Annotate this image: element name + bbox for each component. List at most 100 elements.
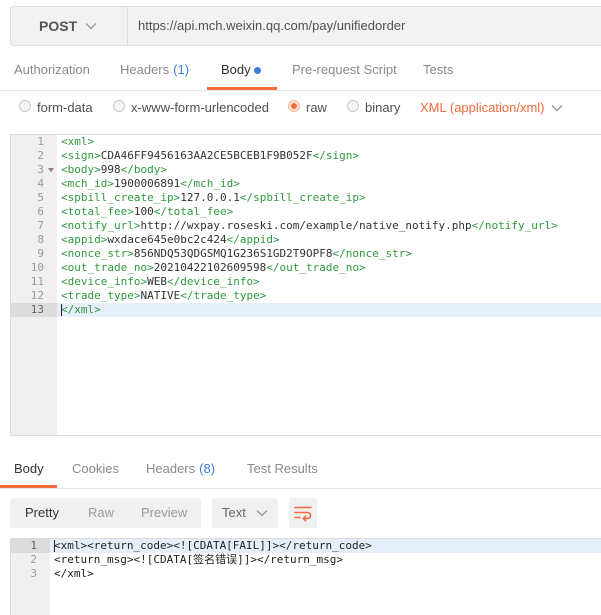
xml-value[interactable]: http://wxpay.roseski.com/example/native_… xyxy=(140,219,471,232)
xml-tag[interactable]: <nonce_str> xyxy=(61,247,134,260)
xml-tag[interactable]: </spbill_create_ip> xyxy=(240,191,366,204)
code-line[interactable]: 4 <mch_id>1900006891</mch_id> xyxy=(11,177,601,191)
tab-pre-request-script[interactable]: Pre-request Script xyxy=(292,61,397,79)
code-line-text[interactable]: <out_trade_no>20210422102609598</out_tra… xyxy=(57,261,601,275)
radio-raw[interactable] xyxy=(288,100,300,112)
xml-tag[interactable]: </nonce_str> xyxy=(333,247,412,260)
tab-authorization[interactable]: Authorization xyxy=(14,61,90,79)
xml-tag[interactable]: <mch_id> xyxy=(61,177,114,190)
code-line-text[interactable]: <device_info>WEB</device_info> xyxy=(57,275,601,289)
xml-tag[interactable]: <trade_type> xyxy=(61,289,140,302)
code-line-text[interactable]: <body>998</body> xyxy=(57,163,601,177)
code-line[interactable]: 7 <notify_url>http://wxpay.roseski.com/e… xyxy=(11,219,601,233)
xml-tag[interactable]: </device_info> xyxy=(167,275,260,288)
chevron-down-icon xyxy=(256,509,268,517)
xml-tag[interactable]: </total_fee> xyxy=(154,205,233,218)
response-body-viewer[interactable]: 1 <xml><return_code><![CDATA[FAIL]]></re… xyxy=(10,538,601,615)
view-raw-button[interactable]: Raw xyxy=(88,504,114,522)
xml-tag[interactable]: <spbill_create_ip> xyxy=(61,191,180,204)
code-line[interactable]: 10 <out_trade_no>20210422102609598</out_… xyxy=(11,261,601,275)
xml-value[interactable]: 127.0.0.1 xyxy=(180,191,240,204)
method-dropdown[interactable]: POST xyxy=(11,7,127,45)
xml-tag[interactable]: <appid> xyxy=(61,233,107,246)
xml-tag[interactable]: </appid> xyxy=(227,233,280,246)
code-line-text[interactable]: <trade_type>NATIVE</trade_type> xyxy=(57,289,601,303)
line-number: 13 xyxy=(11,303,57,317)
method-label: POST xyxy=(39,18,78,34)
code-line[interactable]: 3 <body>998</body> xyxy=(11,163,601,177)
tab-headers[interactable]: Headers (1) xyxy=(120,61,189,79)
code-line[interactable]: 2 <sign>CDA46FF9456163AA2CE5BCEB1F9B052F… xyxy=(11,149,601,163)
view-pretty-button[interactable]: Pretty xyxy=(25,504,59,522)
xml-value[interactable]: 856NDQ53QDGSMQ1G236S1GD2T9OPF8 xyxy=(134,247,333,260)
tab-tests[interactable]: Tests xyxy=(423,61,453,79)
code-line-text[interactable]: <nonce_str>856NDQ53QDGSMQ1G236S1GD2T9OPF… xyxy=(57,247,601,261)
code-line-text[interactable]: </xml> xyxy=(57,303,601,317)
radio-binary[interactable] xyxy=(347,100,359,112)
wrap-lines-button[interactable] xyxy=(289,498,317,528)
line-number: 11 xyxy=(30,275,44,288)
code-line[interactable]: 13 </xml> xyxy=(11,303,601,317)
response-line: 2 <return_msg><![CDATA[签名错误]]></return_m… xyxy=(11,553,601,567)
code-line-text[interactable]: <appid>wxdace645e0bc2c424</appid> xyxy=(57,233,601,247)
xml-value[interactable]: CDA46FF9456163AA2CE5BCEB1F9B052F xyxy=(101,149,313,162)
radio-label-x-www-form-urlencoded[interactable]: x-www-form-urlencoded xyxy=(131,99,269,117)
xml-tag[interactable]: <notify_url> xyxy=(61,219,140,232)
response-tab-body[interactable]: Body xyxy=(14,460,44,478)
xml-tag[interactable]: <body> xyxy=(61,163,101,176)
url-input[interactable]: https://api.mch.weixin.qq.com/pay/unifie… xyxy=(138,7,601,45)
xml-tag[interactable]: </out_trade_no> xyxy=(266,261,365,274)
radio-form-data[interactable] xyxy=(19,100,31,112)
tab-label: Authorization xyxy=(14,62,90,77)
radio-x-www-form-urlencoded[interactable] xyxy=(113,100,125,112)
code-line[interactable]: 9 <nonce_str>856NDQ53QDGSMQ1G236S1GD2T9O… xyxy=(11,247,601,261)
code-line[interactable]: 8 <appid>wxdace645e0bc2c424</appid> xyxy=(11,233,601,247)
xml-value[interactable]: 998 xyxy=(101,163,121,176)
xml-tag[interactable]: </xml> xyxy=(61,303,101,316)
format-dropdown[interactable]: Text xyxy=(212,498,278,528)
code-line[interactable]: 6 <total_fee>100</total_fee> xyxy=(11,205,601,219)
xml-tag[interactable]: <sign> xyxy=(61,149,101,162)
xml-value[interactable]: wxdace645e0bc2c424 xyxy=(107,233,226,246)
chevron-down-icon[interactable] xyxy=(551,104,563,112)
code-line-text[interactable]: <spbill_create_ip>127.0.0.1</spbill_crea… xyxy=(57,191,601,205)
xml-value[interactable]: WEB xyxy=(147,275,167,288)
response-tab-test-results[interactable]: Test Results xyxy=(247,460,318,478)
code-line-text[interactable]: <xml> xyxy=(57,135,601,149)
code-line[interactable]: 11 <device_info>WEB</device_info> xyxy=(11,275,601,289)
xml-tag[interactable]: <device_info> xyxy=(61,275,147,288)
request-body-editor[interactable]: 1 <xml> 2 <sign>CDA46FF9456163AA2CE5BCEB… xyxy=(10,134,601,436)
content-type-dropdown[interactable]: XML (application/xml) xyxy=(420,99,545,117)
code-line[interactable]: 5 <spbill_create_ip>127.0.0.1</spbill_cr… xyxy=(11,191,601,205)
xml-value[interactable]: 20210422102609598 xyxy=(154,261,267,274)
radio-label-raw[interactable]: raw xyxy=(306,99,327,117)
tab-body[interactable]: Body xyxy=(221,61,251,79)
radio-label-form-data[interactable]: form-data xyxy=(37,99,93,117)
xml-tag[interactable]: <total_fee> xyxy=(61,205,134,218)
xml-tag[interactable]: </trade_type> xyxy=(180,289,266,302)
xml-value[interactable]: NATIVE xyxy=(140,289,180,302)
response-tab-headers[interactable]: Headers (8) xyxy=(146,460,215,478)
code-line-text[interactable]: <total_fee>100</total_fee> xyxy=(57,205,601,219)
code-line[interactable]: 1 <xml> xyxy=(11,135,601,173)
xml-tag[interactable]: </mch_id> xyxy=(180,177,240,190)
response-line-text: </xml> xyxy=(54,567,94,580)
code-line[interactable]: 12 <trade_type>NATIVE</trade_type> xyxy=(11,289,601,303)
line-number: 10 xyxy=(30,261,44,274)
code-line-text[interactable]: <mch_id>1900006891</mch_id> xyxy=(57,177,601,191)
response-tab-cookies[interactable]: Cookies xyxy=(72,460,119,478)
line-number: 8 xyxy=(37,233,44,246)
code-line-text[interactable]: <notify_url>http://wxpay.roseski.com/exa… xyxy=(57,219,601,233)
xml-tag[interactable]: </sign> xyxy=(313,149,359,162)
xml-tag[interactable]: </notify_url> xyxy=(472,219,558,232)
radio-label-binary[interactable]: binary xyxy=(365,99,400,117)
line-number: 1 xyxy=(11,539,50,553)
xml-value[interactable]: 100 xyxy=(134,205,154,218)
tab-label: Headers xyxy=(120,62,170,77)
view-preview-button[interactable]: Preview xyxy=(141,504,187,522)
xml-value[interactable]: 1900006891 xyxy=(114,177,180,190)
code-line-text[interactable]: <sign>CDA46FF9456163AA2CE5BCEB1F9B052F</… xyxy=(57,149,601,163)
xml-tag[interactable]: </body> xyxy=(121,163,167,176)
line-number: 7 xyxy=(37,219,44,232)
xml-tag[interactable]: <out_trade_no> xyxy=(61,261,154,274)
